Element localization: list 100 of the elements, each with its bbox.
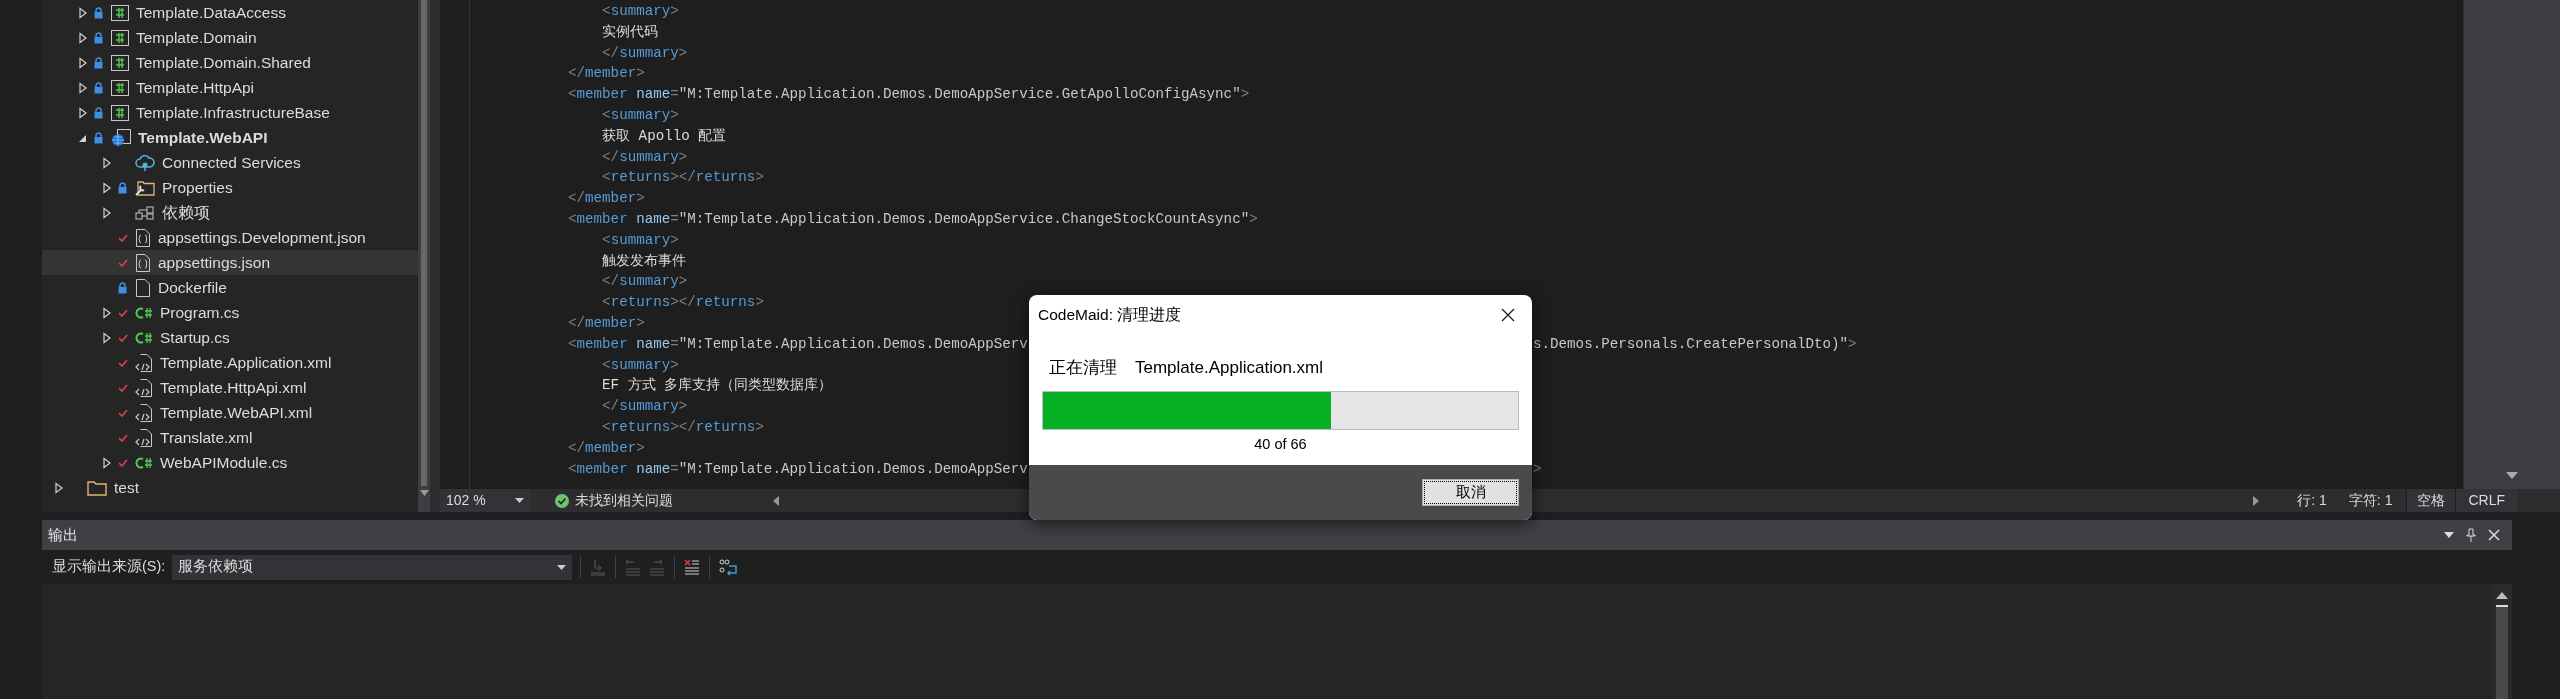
tree-item[interactable]: appsettings.Development.json (42, 225, 418, 250)
code-line: </member> (568, 438, 645, 458)
issues-status[interactable]: 未找到相关问题 (575, 490, 673, 511)
tree-item-label: Program.cs (160, 302, 240, 323)
tree-item[interactable]: 依赖项 (42, 200, 418, 225)
json-file-icon (135, 228, 151, 247)
csharp-project-icon (111, 79, 129, 96)
expand-arrow-icon[interactable] (102, 181, 112, 194)
tree-item-label: Startup.cs (160, 327, 230, 348)
tree-item[interactable]: Template.DataAccess (42, 0, 418, 25)
code-line: <returns></returns> (602, 293, 764, 313)
tree-item-label: Dockerfile (158, 277, 227, 298)
expand-arrow-icon[interactable] (78, 6, 88, 19)
csharp-file-icon (135, 305, 153, 320)
output-source-dropdown[interactable]: 服务依赖项 (172, 554, 573, 580)
tree-item[interactable]: Template.WebAPI (42, 125, 418, 150)
code-line: <summary> (602, 355, 679, 375)
scroll-up-arrow-icon[interactable] (2496, 592, 2508, 599)
expand-arrow-icon[interactable] (54, 481, 64, 494)
code-line: <member name="M:Template.Application.Demos.DemoAppServ (568, 335, 1028, 352)
tree-item-label: WebAPIModule.cs (160, 452, 288, 473)
close-icon[interactable] (1501, 308, 1515, 322)
word-wrap-icon[interactable] (718, 558, 739, 576)
tree-item[interactable]: Translate.xml (42, 425, 418, 450)
code-line: <summary> (602, 106, 679, 125)
tree-item[interactable]: WebAPIModule.cs (42, 450, 418, 475)
scroll-left-arrow-icon[interactable] (773, 495, 779, 506)
tree-item[interactable]: Dockerfile (42, 275, 418, 300)
dropdown-caret-icon[interactable] (2444, 532, 2454, 538)
expand-arrow-icon[interactable] (78, 81, 88, 94)
editor-scrollbar[interactable] (2463, 0, 2560, 489)
dependencies-icon (135, 204, 155, 221)
progress-count: 40 of 66 (1254, 434, 1307, 453)
xml-file-icon (135, 403, 153, 422)
code-line: </summary> (602, 272, 688, 292)
tree-item-label: Properties (162, 177, 233, 198)
tree-item[interactable]: Program.cs (42, 300, 418, 325)
line-number-status[interactable]: 行: 1 (2297, 490, 2327, 511)
code-line: </member> (568, 64, 645, 84)
csharp-file-icon (135, 455, 153, 470)
tree-item-label: Template.Domain (136, 27, 257, 48)
tree-item-label: Template.InfrastructureBase (136, 102, 330, 123)
tree-item-label: Template.WebAPI.xml (160, 402, 313, 423)
tree-item[interactable]: Template.HttpApi (42, 75, 418, 100)
scroll-right-arrow-icon[interactable] (2253, 495, 2260, 506)
tree-item[interactable]: Template.Domain.Shared (42, 50, 418, 75)
tree-item[interactable]: Template.HttpApi.xml (42, 375, 418, 400)
expand-arrow-icon[interactable] (102, 331, 112, 344)
csharp-file-icon (135, 330, 153, 345)
expand-arrow-icon[interactable] (78, 106, 88, 119)
code-line: </member> (568, 189, 645, 209)
code-line: <returns></returns> (602, 417, 764, 437)
expand-arrow-icon[interactable] (78, 31, 88, 44)
xml-file-icon (135, 378, 153, 397)
column-status[interactable]: 字符: 1 (2348, 490, 2393, 511)
tree-item-label: 依赖项 (162, 202, 210, 223)
tree-item-label: Template.WebAPI (138, 127, 268, 148)
line-ending-status[interactable]: CRLF (2456, 489, 2517, 512)
tree-item[interactable]: Template.WebAPI.xml (42, 400, 418, 425)
tree-item-label: Translate.xml (160, 427, 253, 448)
output-scrollbar[interactable] (2492, 584, 2512, 699)
output-source-label: 显示输出来源(S): (52, 557, 166, 577)
tree-item-label: Template.HttpApi.xml (160, 377, 307, 398)
tree-item[interactable]: appsettings.json (42, 250, 418, 275)
wrench-folder-icon (135, 179, 155, 196)
output-source-value: 服务依赖项 (178, 557, 254, 577)
clear-all-icon[interactable] (683, 558, 702, 576)
code-line: <member name="M:Template.Application.Demos.DemoAppService.GetApolloConfigAsync"> (568, 85, 1250, 105)
tree-item[interactable]: Template.Application.xml (42, 350, 418, 375)
cancel-button[interactable]: 取消 (1422, 479, 1519, 506)
expand-arrow-icon[interactable] (102, 456, 112, 469)
tree-item[interactable]: Connected Services (42, 150, 418, 175)
tree-item-label: Template.HttpApi (136, 77, 255, 98)
pin-icon[interactable] (2466, 528, 2476, 542)
code-line: 触发发布事件 (602, 251, 687, 271)
code-line: <summary> (602, 230, 679, 250)
expand-arrow-icon[interactable] (102, 156, 112, 169)
indent-status[interactable]: 空格 (2406, 489, 2457, 512)
tree-item-label: Template.Domain.Shared (136, 52, 311, 73)
tree-item[interactable]: Properties (42, 175, 418, 200)
tree-item-label: test (114, 477, 139, 498)
globe-window-icon (111, 128, 131, 147)
tree-item[interactable]: Startup.cs (42, 325, 418, 350)
expand-arrow-icon[interactable] (78, 56, 88, 69)
tree-item[interactable]: test (42, 475, 418, 500)
scroll-down-arrow-icon[interactable] (2506, 472, 2518, 479)
dialog-title: CodeMaid: 清理进度 (1038, 305, 1182, 326)
check-circle-icon (555, 493, 569, 508)
caret-icon (557, 564, 567, 570)
tree-item[interactable]: Template.InfrastructureBase (42, 100, 418, 125)
expand-arrow-icon[interactable] (102, 206, 112, 219)
csharp-project-icon (111, 4, 129, 21)
scroll-down-arrow-icon[interactable] (419, 490, 429, 496)
expand-arrow-icon[interactable] (102, 306, 112, 319)
zoom-dropdown[interactable]: 102 % (440, 489, 530, 512)
code-line: <summary> (602, 2, 679, 21)
output-title: 输出 (48, 524, 78, 545)
code-line: EF 方式 多库支持（同类型数据库） (602, 376, 833, 396)
tree-item[interactable]: Template.Domain (42, 25, 418, 50)
scrollbar[interactable] (418, 0, 430, 512)
